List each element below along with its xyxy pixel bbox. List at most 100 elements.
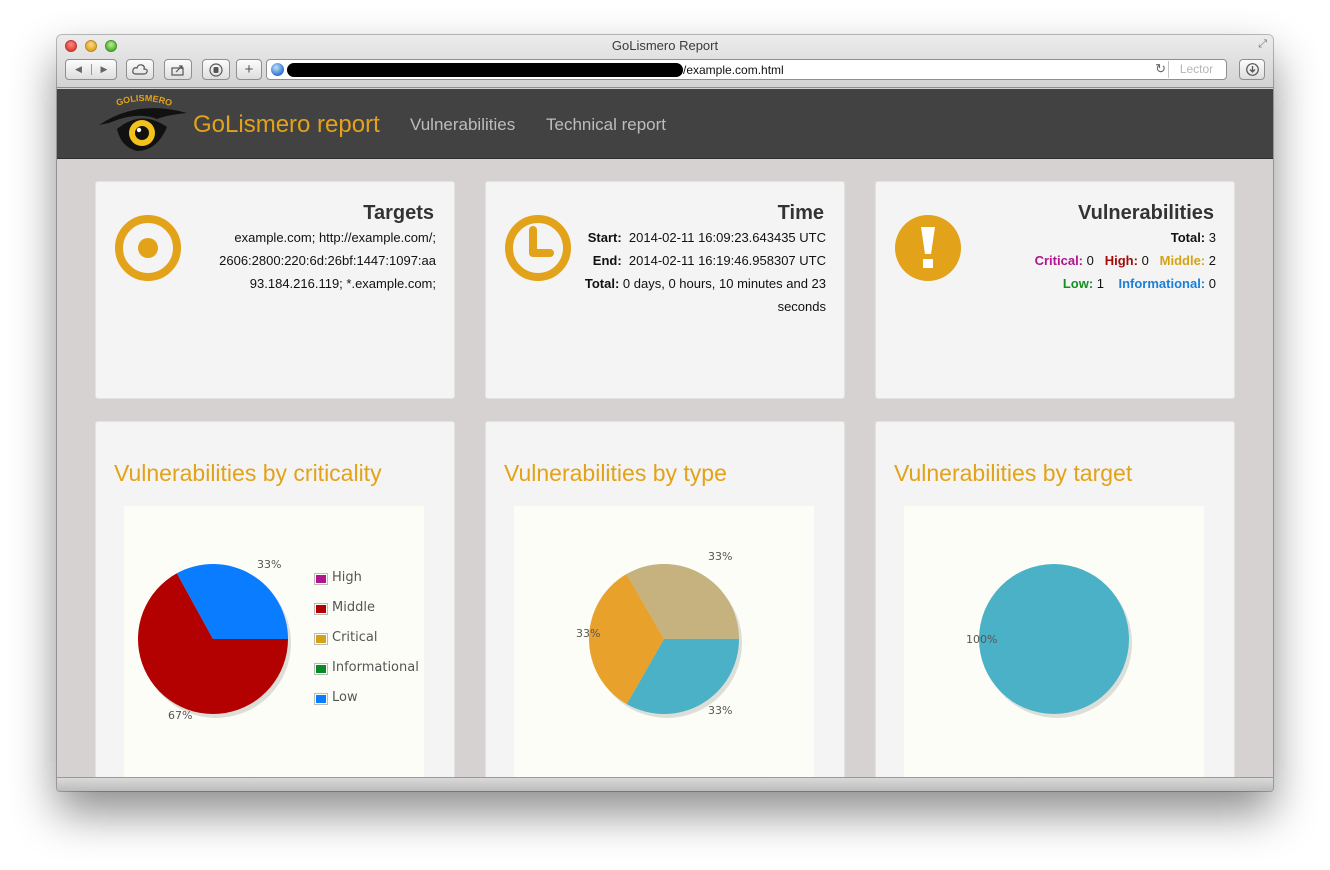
low-label: Low: [1062,276,1094,291]
targets-title: Targets [363,202,434,224]
high-label: High: [1104,253,1138,268]
type-chart-title: Vulnerabilities by type [504,460,727,486]
cloud-icon [132,64,148,75]
total-vuln-label: Total: [1170,230,1206,245]
total-label: Total: [584,276,620,291]
extension-button[interactable] [202,59,230,80]
legend-label: Middle [332,600,375,615]
legend-swatch [314,693,328,705]
report-page: GOLISMERO GoLismero report Vulnerabiliti… [57,89,1273,779]
legend-swatch [314,633,328,645]
criticality-pie: 67% 33% [138,558,291,722]
end-label: End: [592,253,622,268]
nav-link-technical-report[interactable]: Technical report [546,115,666,135]
new-tab-button[interactable]: + [236,59,262,80]
start-value: 2014-02-11 16:09:23.643435 UTC [628,230,826,245]
pie-percent-label: 100% [966,633,997,646]
legend-swatch [314,663,328,675]
low-count: 1 [1096,276,1105,291]
informational-label: Informational: [1118,276,1206,291]
share-icon [171,64,184,76]
target-chart-title: Vulnerabilities by target [894,460,1133,486]
legend-swatch [314,573,328,585]
report-navbar: GOLISMERO GoLismero report Vulnerabiliti… [57,89,1273,159]
targets-list: example.com; http://example.com/; 2606:2… [206,226,436,295]
type-chart: 33% 33% 33% [514,506,814,779]
status-bar [57,777,1273,791]
pie-percent-label: 33% [708,704,732,717]
targets-line: 93.184.216.119; *.example.com; [249,276,436,291]
time-details: Start: 2014-02-11 16:09:23.643435 UTC En… [566,226,826,318]
legend-swatch [314,603,328,615]
target-chart-card: Vulnerabilities by target 100% [875,421,1235,779]
end-value: 2014-02-11 16:19:46.958307 UTC [628,253,826,268]
high-count: 0 [1141,253,1149,268]
time-card: Time Start: 2014-02-11 16:09:23.643435 U… [485,181,845,399]
total-value: 0 days, 0 hours, 10 minutes and 23 [622,276,826,291]
legend-label: Critical [332,630,378,645]
criticality-chart-card: Vulnerabilities by criticality 67% 33% Hi… [95,421,455,779]
window-titlebar: GoLismero Report ⤢ ◀ ▶ + /example.com.ht… [57,35,1273,88]
legend-label: High [332,570,362,585]
legend-label: Low [332,690,358,705]
pie-percent-label: 33% [708,550,732,563]
target-chart: 100% [904,506,1204,779]
svg-text:GOLISMERO: GOLISMERO [115,95,174,108]
icloud-tabs-button[interactable] [126,59,154,80]
forward-arrow-icon[interactable]: ▶ [91,64,116,75]
downloads-button[interactable] [1239,59,1265,80]
pie-percent-label: 33% [576,627,600,640]
fullscreen-icon[interactable]: ⤢ [1258,38,1267,51]
pie-percent-label: 67% [168,709,192,722]
total-vuln-row: Total: 3 [956,226,1216,249]
redacted-url-part [287,63,683,77]
back-forward-buttons[interactable]: ◀ ▶ [65,59,117,80]
hand-icon [209,62,223,77]
target-pie: 100% [966,564,1132,718]
type-pie: 33% 33% 33% [576,550,742,718]
start-label: Start: [587,230,622,245]
download-icon [1245,63,1259,76]
reload-icon[interactable]: ↻ [1155,61,1166,77]
vulnerabilities-counts: Total: 3 Critical: 0 High: 0 Middle: 2 L… [956,226,1216,295]
time-title: Time [777,202,824,224]
exclamation-icon [895,215,961,281]
nav-link-vulnerabilities[interactable]: Vulnerabilities [410,115,515,135]
middle-count: 2 [1208,253,1216,268]
total-row-cont: seconds [777,299,826,314]
targets-line: 2606:2800:220:6d:26bf:1447:1097:aa [219,253,436,268]
targets-line: example.com; http://example.com/; [234,230,436,245]
total-row: Total: 0 days, 0 hours, 10 minutes and 2… [566,272,826,295]
middle-label: Middle: [1159,253,1206,268]
address-bar[interactable]: /example.com.html ↻ Lector [266,59,1227,80]
critical-label: Critical: [1034,253,1084,268]
severity-row-2: Low: 1 Informational: 0 [956,272,1216,295]
start-row: Start: 2014-02-11 16:09:23.643435 UTC [566,226,826,249]
vulnerabilities-card: Vulnerabilities Total: 3 Critical: 0 Hig… [875,181,1235,399]
browser-window: GoLismero Report ⤢ ◀ ▶ + /example.com.ht… [57,35,1273,791]
vulnerabilities-title: Vulnerabilities [1078,202,1214,224]
plus-icon: + [244,61,254,78]
severity-row: Critical: 0 High: 0 Middle: 2 [956,249,1216,272]
pie-slice[interactable] [979,564,1129,714]
total-vuln-value: 3 [1208,230,1216,245]
legend-label: Informational [332,660,419,675]
pie-percent-label: 33% [257,558,281,571]
critical-count: 0 [1086,253,1094,268]
golismero-logo[interactable]: GOLISMERO [97,95,189,155]
targets-card: Targets example.com; http://example.com/… [95,181,455,399]
target-icon [115,215,181,281]
type-chart-card: Vulnerabilities by type 33% 33% 33% [485,421,845,779]
end-row: End: 2014-02-11 16:19:46.958307 UTC [566,249,826,272]
window-title: GoLismero Report [611,38,719,53]
informational-count: 0 [1208,276,1216,291]
reader-button[interactable]: Lector [1168,61,1224,78]
criticality-chart: 67% 33% High Middle Critical Informationa… [124,506,424,779]
url-text: /example.com.html [683,63,784,77]
share-button[interactable] [164,59,192,80]
clock-icon [505,215,571,281]
brand-title[interactable]: GoLismero report [193,111,380,139]
globe-icon [271,63,284,76]
back-arrow-icon[interactable]: ◀ [66,64,91,75]
criticality-chart-title: Vulnerabilities by criticality [114,460,382,486]
